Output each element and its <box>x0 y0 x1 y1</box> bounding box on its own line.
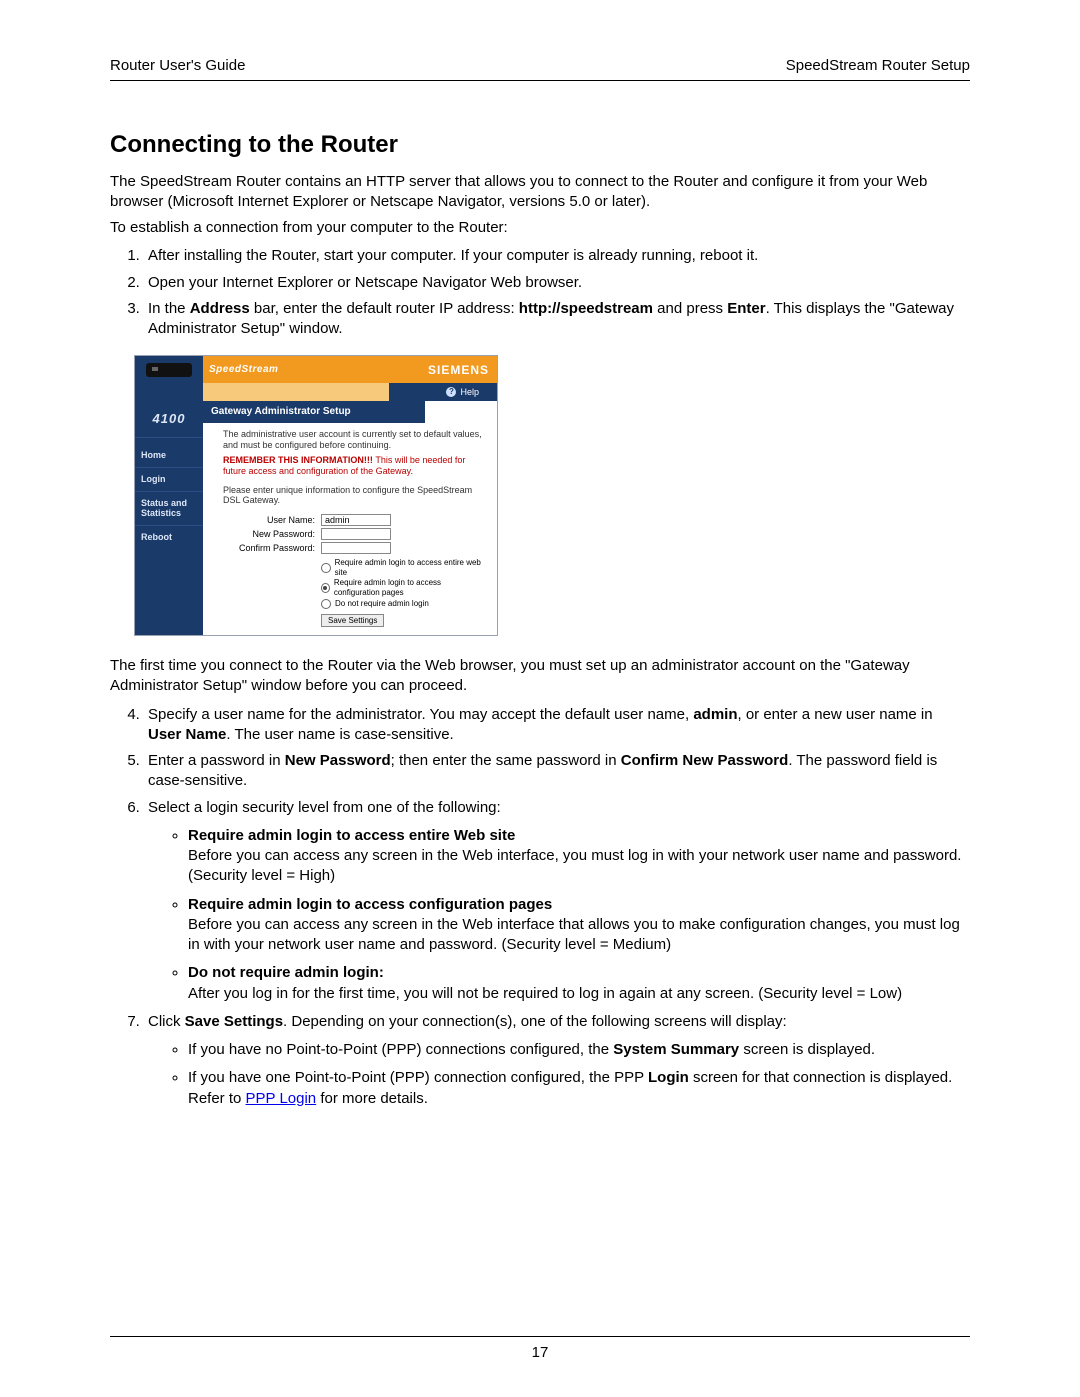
sidebar-item-login[interactable]: Login <box>135 467 203 491</box>
brand-label: SpeedStream <box>203 356 420 383</box>
row-username: User Name: <box>223 514 487 526</box>
panel-warning: REMEMBER THIS INFORMATION!!! This will b… <box>203 453 497 479</box>
panel-text-1: The administrative user account is curre… <box>203 423 497 453</box>
label-username: User Name: <box>223 515 321 526</box>
result-ppp-login: If you have one Point-to-Point (PPP) con… <box>188 1068 970 1109</box>
sidebar-item-home[interactable]: Home <box>135 438 203 467</box>
radio-group: Require admin login to access entire web… <box>321 558 487 608</box>
header-right: SpeedStream Router Setup <box>786 56 970 76</box>
step-2: Open your Internet Explorer or Netscape … <box>144 273 970 293</box>
intro-paragraph-1: The SpeedStream Router contains an HTTP … <box>110 172 970 213</box>
security-option-medium: Require admin login to access configurat… <box>188 895 970 956</box>
sidebar-item-reboot[interactable]: Reboot <box>135 525 203 549</box>
label-newpassword: New Password: <box>223 529 321 540</box>
row-confirmpassword: Confirm Password: <box>223 542 487 554</box>
screenshot-topbar: SpeedStream SIEMENS <box>135 356 497 383</box>
help-link[interactable]: Help <box>389 383 497 401</box>
page-number: 17 <box>110 1336 970 1363</box>
steps-list-top: After installing the Router, start your … <box>110 246 970 339</box>
save-settings-button[interactable]: Save Settings <box>321 614 384 628</box>
header-left: Router User's Guide <box>110 56 245 76</box>
running-header: Router User's Guide SpeedStream Router S… <box>110 56 970 81</box>
screenshot-helpbar: Help <box>135 383 497 401</box>
step-3: In the Address bar, enter the default ro… <box>144 299 970 340</box>
radio-option-config[interactable]: Require admin login to access configurat… <box>321 578 487 597</box>
panel-text-2: Please enter unique information to confi… <box>203 479 497 509</box>
input-newpassword[interactable] <box>321 528 391 540</box>
manual-page: Router User's Guide SpeedStream Router S… <box>0 0 1080 1397</box>
after-screenshot-text: The first time you connect to the Router… <box>110 656 970 697</box>
setup-form: User Name: New Password: Confirm Passwor… <box>203 508 497 635</box>
step-7: Click Save Settings. Depending on your c… <box>144 1012 970 1109</box>
row-newpassword: New Password: <box>223 528 487 540</box>
router-icon <box>146 363 192 377</box>
router-setup-screenshot: SpeedStream SIEMENS Help 4100 Home Login… <box>134 355 498 636</box>
screenshot-body: 4100 Home Login Status and Statistics Re… <box>135 401 497 635</box>
label-confirmpassword: Confirm Password: <box>223 543 321 554</box>
input-confirmpassword[interactable] <box>321 542 391 554</box>
steps-list-mid: Specify a user name for the administrato… <box>110 705 970 1109</box>
radio-option-full[interactable]: Require admin login to access entire web… <box>321 558 487 577</box>
security-option-high: Require admin login to access entire Web… <box>188 826 970 887</box>
intro-paragraph-2: To establish a connection from your comp… <box>110 218 970 238</box>
router-photo-cell <box>135 356 203 383</box>
step-4: Specify a user name for the administrato… <box>144 705 970 746</box>
input-username[interactable] <box>321 514 391 526</box>
sidebar-item-status[interactable]: Status and Statistics <box>135 491 203 526</box>
step-1: After installing the Router, start your … <box>144 246 970 266</box>
result-screens: If you have no Point-to-Point (PPP) conn… <box>148 1040 970 1109</box>
screenshot-main: Gateway Administrator Setup The administ… <box>203 401 497 635</box>
siemens-logo: SIEMENS <box>420 356 497 383</box>
security-option-low: Do not require admin login: After you lo… <box>188 963 970 1004</box>
step-6: Select a login security level from one o… <box>144 798 970 1004</box>
step-5: Enter a password in New Password; then e… <box>144 751 970 792</box>
ppp-login-link[interactable]: PPP Login <box>246 1090 317 1107</box>
screenshot-sidebar: 4100 Home Login Status and Statistics Re… <box>135 401 203 635</box>
security-options: Require admin login to access entire Web… <box>148 826 970 1004</box>
radio-option-none[interactable]: Do not require admin login <box>321 599 487 609</box>
panel-title: Gateway Administrator Setup <box>203 401 425 423</box>
page-title: Connecting to the Router <box>110 129 970 161</box>
model-number: 4100 <box>135 401 203 438</box>
result-system-summary: If you have no Point-to-Point (PPP) conn… <box>188 1040 970 1060</box>
